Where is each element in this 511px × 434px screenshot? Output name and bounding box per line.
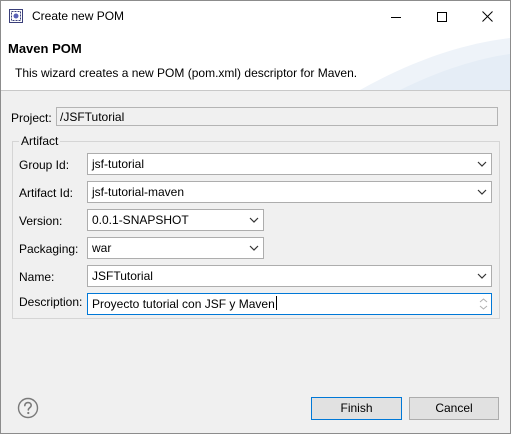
minimize-icon: [391, 16, 401, 18]
description-label: Description:: [19, 295, 83, 309]
group-id-value: jsf-tutorial: [92, 157, 145, 171]
name-combo[interactable]: JSFTutorial: [87, 265, 492, 287]
group-id-label: Group Id:: [19, 158, 70, 172]
maximize-icon: [437, 11, 447, 22]
packaging-value: war: [92, 241, 112, 255]
description-value: Proyecto tutorial con JSF y Maven: [92, 297, 275, 311]
chevron-down-icon[interactable]: [477, 272, 487, 280]
version-value: 0.0.1-SNAPSHOT: [92, 213, 189, 227]
banner-decoration: [360, 38, 510, 90]
wizard-title: Maven POM: [8, 41, 82, 56]
packaging-combo[interactable]: war: [87, 237, 264, 259]
name-value: JSFTutorial: [92, 269, 153, 283]
chevron-down-icon[interactable]: [249, 244, 259, 252]
finish-button[interactable]: Finish: [311, 397, 402, 420]
version-label: Version:: [19, 214, 63, 228]
artifact-id-label: Artifact Id:: [19, 186, 74, 200]
chevron-down-icon[interactable]: [477, 188, 487, 196]
cancel-button[interactable]: Cancel: [409, 397, 499, 420]
help-icon[interactable]: [17, 397, 39, 419]
create-pom-dialog: Create new POM Maven POM This wizard cre…: [0, 0, 511, 434]
group-id-combo[interactable]: jsf-tutorial: [87, 153, 492, 175]
maximize-button[interactable]: [419, 1, 465, 32]
spinner-arrows-icon[interactable]: [478, 296, 489, 312]
close-icon: [481, 11, 493, 22]
artifact-group-title: Artifact: [19, 134, 61, 148]
wizard-description: This wizard creates a new POM (pom.xml) …: [15, 66, 358, 80]
version-combo[interactable]: 0.0.1-SNAPSHOT: [87, 209, 264, 231]
window-title: Create new POM: [32, 9, 125, 23]
artifact-id-combo[interactable]: jsf-tutorial-maven: [87, 181, 492, 203]
name-label: Name:: [19, 270, 55, 284]
project-field: /JSFTutorial: [56, 107, 498, 126]
artifact-id-value: jsf-tutorial-maven: [92, 185, 185, 199]
packaging-label: Packaging:: [19, 242, 79, 256]
chevron-down-icon[interactable]: [477, 160, 487, 168]
close-button[interactable]: [464, 1, 510, 32]
title-bar: Create new POM: [1, 1, 510, 32]
wizard-header: Maven POM This wizard creates a new POM …: [1, 32, 510, 91]
text-caret: [275, 296, 277, 310]
description-textarea[interactable]: Proyecto tutorial con JSF y Maven: [87, 293, 492, 315]
project-label: Project:: [11, 111, 52, 125]
chevron-down-icon[interactable]: [249, 216, 259, 224]
eclipse-dialog-icon: [9, 9, 23, 23]
minimize-button[interactable]: [373, 1, 419, 32]
